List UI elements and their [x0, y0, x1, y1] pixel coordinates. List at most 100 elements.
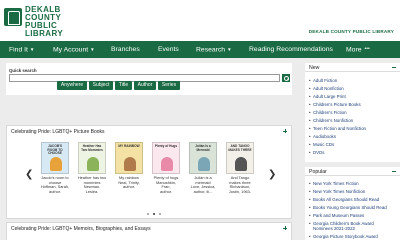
book-item[interactable]: Julián Is a Mermaid Julián is a mermaid Lo… [188, 142, 218, 194]
sidebar-link[interactable]: Audiobooks [309, 134, 336, 139]
sidebar-link[interactable]: Children's Fiction [309, 110, 346, 115]
caption-line: Justin, 1963- [228, 188, 252, 194]
quick-search-panel: Quick search [6, 63, 292, 95]
cover-title: MY RAINBOW [118, 144, 140, 148]
nav-find-it[interactable]: Find It ▼ [9, 41, 34, 58]
nav-research[interactable]: Research ▼ [196, 41, 232, 58]
cover-illustration [87, 157, 99, 171]
sidebar-link[interactable]: New York Times Fiction [309, 181, 359, 186]
book-item[interactable]: AND TANGO MAKES THREE And Tango makes thr… [225, 142, 255, 194]
sidebar-link[interactable]: Adult Fiction [309, 78, 337, 83]
sidebar-link[interactable]: Children's Picture Books [309, 102, 361, 107]
nav-label: Events [158, 46, 179, 53]
more-dots-icon: ••• [364, 46, 370, 52]
book-cover[interactable]: Julián Is a Mermaid [189, 142, 217, 174]
sidebar-link[interactable]: Adult Nonfiction [309, 86, 344, 91]
sidebar-link-continued[interactable]: Nominees 2021-2022 [313, 226, 355, 231]
expand-icon[interactable] [282, 225, 288, 231]
cover-illustration [124, 157, 136, 171]
quick-search-label: Quick search [9, 68, 37, 73]
nav-my-account[interactable]: My Account ▼ [53, 41, 95, 58]
book-cover[interactable]: MY RAINBOW [115, 142, 143, 174]
facet-subject-button[interactable]: Subject [89, 81, 113, 90]
book-caption[interactable]: Plenty of hugs Manushkin, Fran, author. [151, 175, 181, 194]
sidebar-new-panel: New Adult Fiction Adult Nonfiction Adult… [305, 63, 400, 162]
carousel-dot[interactable] [147, 213, 149, 215]
book-item[interactable]: JACOB'S ROOM TO CHOOSE Jacob's room to ch… [40, 142, 70, 194]
sidebar-link[interactable]: New York Times Nonfiction [309, 189, 365, 194]
caption-line: author. [160, 188, 172, 194]
book-caption[interactable]: Jacob's room to choose Hoffman, Sarah, auth… [40, 175, 70, 194]
cover-illustration [50, 157, 62, 171]
carousel-prev-arrow-icon[interactable]: ❮ [25, 169, 33, 180]
sidebar-new-header[interactable]: New [305, 63, 400, 72]
book-caption[interactable]: Julián is a mermaid Love, Jessica, author, … [188, 175, 218, 194]
caption-line: author. [49, 188, 61, 194]
expand-icon[interactable] [282, 128, 288, 134]
sidebar-title: New [309, 65, 320, 71]
facet-series-button[interactable]: Series [158, 81, 180, 90]
nav-events[interactable]: Events [158, 41, 179, 58]
main-navigation: Find It ▼ My Account ▼ Branches Events Res… [0, 41, 400, 58]
facet-title-button[interactable]: Title [115, 81, 132, 90]
facet-author-button[interactable]: Author [134, 81, 156, 90]
book-caption[interactable]: Heather has two mommies Newman, Lesléa. [77, 175, 107, 194]
sidebar-link[interactable]: Adult Large Print [309, 94, 346, 99]
caption-line: Newman, Lesléa. [83, 184, 101, 194]
search-icon[interactable] [282, 74, 290, 82]
book-cover[interactable]: Heather Has Two Mommies [78, 142, 106, 174]
facet-anywhere-button[interactable]: Anywhere [57, 81, 87, 90]
nav-label: Branches [111, 46, 140, 53]
header-tagline: DEKALB COUNTY PUBLIC LIBRARY [308, 29, 394, 34]
nav-branches[interactable]: Branches [111, 41, 140, 58]
sidebar-link[interactable]: Georgia Picture Storybook Award [309, 234, 378, 239]
book-caption[interactable]: And Tango makes three Richardson, Justin, 1… [225, 175, 255, 194]
nav-label: My Account [53, 46, 89, 54]
sidebar-link[interactable]: Music CDs [309, 142, 334, 147]
collapse-icon[interactable] [392, 171, 396, 172]
sidebar-link[interactable]: Books Young Georgians Should Read [309, 205, 387, 210]
cover-title: Julián Is a Mermaid [195, 144, 211, 152]
book-cover[interactable]: AND TANGO MAKES THREE [226, 142, 254, 174]
nav-more[interactable]: More ••• [346, 41, 370, 58]
sidebar-popular-header[interactable]: Popular [305, 167, 400, 176]
sidebar-link[interactable]: Children's Nonfiction [309, 118, 353, 123]
sidebar-link[interactable]: Teen Fiction and Nonfiction [309, 126, 366, 131]
sidebar-link[interactable]: Books All Georgians Should Read [309, 197, 379, 202]
cover-title: AND TANGO MAKES THREE [228, 144, 252, 152]
chevron-down-icon: ▼ [227, 47, 232, 52]
nav-label: More [346, 46, 362, 54]
book-item[interactable]: Heather Has Two Mommies Heather has two m… [77, 142, 107, 194]
collapse-icon[interactable] [392, 67, 396, 68]
sidebar-link[interactable]: Park and Museum Passes [309, 213, 364, 218]
book-caption[interactable]: My rainbow Neal, Trinity, author. [114, 175, 144, 190]
nav-label: Research [196, 46, 226, 54]
carousel-memoirs: Celebrating Pride: LGBTQ+ Memoirs, Biogr… [6, 222, 292, 240]
logo-text-line-4[interactable]: LIBRARY [25, 30, 63, 38]
sidebar-title: Popular [309, 169, 327, 175]
cover-title: Heather Has Two Mommies [81, 144, 103, 152]
book-item[interactable]: Plenty of Hugs Plenty of hugs Manushkin, … [151, 142, 181, 194]
book-item[interactable]: MY RAINBOW My rainbow Neal, Trinity, autho… [114, 142, 144, 190]
book-cover[interactable]: JACOB'S ROOM TO CHOOSE [41, 142, 69, 174]
nav-label: Find It [9, 46, 28, 54]
nav-reading-recommendations[interactable]: Reading Recommendations [249, 41, 333, 58]
nav-label: Reading Recommendations [249, 46, 333, 53]
cover-illustration [235, 157, 247, 171]
chevron-down-icon: ▼ [90, 47, 95, 52]
book-cover[interactable]: Plenty of Hugs [152, 142, 180, 174]
carousel-page-dots [147, 213, 167, 216]
sidebar-link[interactable]: DVDs [309, 150, 325, 155]
cover-title: JACOB'S ROOM TO CHOOSE [47, 144, 63, 156]
sidebar-popular-panel: Popular New York Times Fiction New York … [305, 167, 400, 240]
carousel-next-arrow-icon[interactable]: ❯ [268, 169, 276, 180]
cover-illustration [198, 157, 210, 171]
caption-line: author. [123, 184, 135, 190]
chevron-down-icon: ▼ [29, 47, 35, 52]
carousel-dot[interactable] [159, 213, 161, 215]
carousel-title: Celebrating Pride: LGBTQ+ Picture Books [11, 129, 105, 135]
carousel-picture-books: Celebrating Pride: LGBTQ+ Picture Books … [6, 125, 292, 219]
library-logo-icon[interactable] [4, 8, 22, 26]
carousel-dot-active[interactable] [153, 213, 155, 215]
cover-title: Plenty of Hugs [154, 144, 178, 148]
